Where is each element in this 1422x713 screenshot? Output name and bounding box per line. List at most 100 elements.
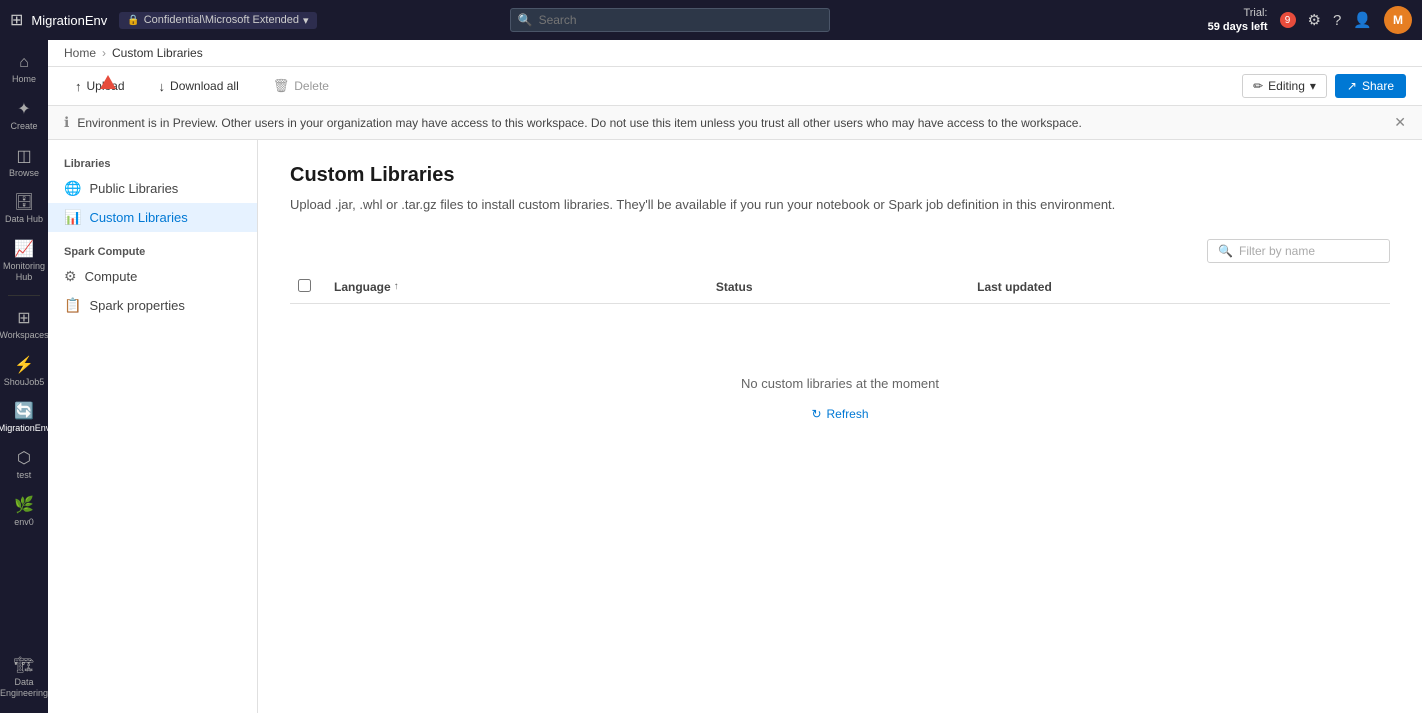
env0-icon: 🌿 xyxy=(14,495,34,515)
migrationenv-icon: 🔄 xyxy=(14,401,34,421)
download-all-button[interactable]: ↓ Download all xyxy=(148,74,250,99)
nav-item-browse[interactable]: ◫ Browse xyxy=(2,140,46,185)
upload-icon: ↑ xyxy=(75,79,82,94)
datahub-icon: 🗄 xyxy=(14,192,34,212)
col-language-header: Language ↑ xyxy=(322,271,704,304)
col-check xyxy=(290,271,322,304)
sidebar-item-compute[interactable]: ⚙ Compute xyxy=(48,262,257,291)
libraries-header: Libraries xyxy=(48,152,257,174)
nav-item-home[interactable]: ⌂ Home xyxy=(2,48,46,91)
trash-icon: 🗑 xyxy=(273,78,290,94)
side-panel: Libraries 🌐 Public Libraries 📊 Custom Li… xyxy=(48,140,258,713)
trial-label: Trial: xyxy=(1208,6,1268,20)
sidebar-item-public-libraries[interactable]: 🌐 Public Libraries xyxy=(48,174,257,203)
search-icon: 🔍 xyxy=(518,13,533,27)
notification-banner: ℹ Environment is in Preview. Other users… xyxy=(48,106,1422,140)
table-row: No custom libraries at the moment ↻ Refr… xyxy=(290,303,1390,497)
nav-item-create[interactable]: ✦ Create xyxy=(2,93,46,138)
left-nav: ⌂ Home ✦ Create ◫ Browse 🗄 Data Hub 📈 Mo… xyxy=(0,40,48,713)
nav-item-test[interactable]: ⬡ test xyxy=(2,442,46,487)
breadcrumb: Home › Custom Libraries xyxy=(48,40,1422,67)
editing-chevron-icon: ▾ xyxy=(1310,79,1316,93)
empty-state-message: No custom libraries at the moment xyxy=(741,376,939,391)
spark-properties-label: Spark properties xyxy=(89,298,184,313)
compute-icon: ⚙ xyxy=(64,268,77,285)
filter-search-icon: 🔍 xyxy=(1218,244,1233,258)
empty-state: No custom libraries at the moment ↻ Refr… xyxy=(302,316,1378,485)
search-input[interactable] xyxy=(510,8,830,32)
sidebar-item-spark-properties[interactable]: 📋 Spark properties xyxy=(48,291,257,320)
lock-icon: 🔒 xyxy=(127,15,139,26)
refresh-button[interactable]: ↻ Refresh xyxy=(803,403,876,425)
upload-button[interactable]: ↑ Upload xyxy=(64,74,136,99)
env-badge-text: Confidential\Microsoft Extended xyxy=(144,14,299,26)
nav-item-monitoring[interactable]: 📈 Monitoring Hub xyxy=(2,233,46,289)
spark-compute-header: Spark Compute xyxy=(48,240,257,262)
custom-libraries-icon: 📊 xyxy=(64,209,81,226)
table-header-row: Language ↑ Status Last updated xyxy=(290,271,1390,304)
breadcrumb-current: Custom Libraries xyxy=(112,46,203,60)
panel-layout: Libraries 🌐 Public Libraries 📊 Custom Li… xyxy=(48,140,1422,713)
toolbar: ↑ Upload ↓ Download all 🗑 Delete ✏ Editi… xyxy=(48,67,1422,106)
page-title: Custom Libraries xyxy=(290,164,1390,187)
nav-item-data-engineering[interactable]: 🏗 Data Engineering xyxy=(2,649,46,705)
spark-properties-icon: 📋 xyxy=(64,297,81,314)
monitoring-icon: 📈 xyxy=(14,239,34,259)
notification-badge[interactable]: 9 xyxy=(1280,12,1296,28)
breadcrumb-separator: › xyxy=(102,46,106,60)
trial-days: 59 days left xyxy=(1208,21,1268,33)
workspaces-icon: ⊞ xyxy=(17,308,30,328)
col-status-header: Status xyxy=(704,271,965,304)
page-description: Upload .jar, .whl or .tar.gz files to in… xyxy=(290,195,1390,215)
nav-item-datahub[interactable]: 🗄 Data Hub xyxy=(2,186,46,231)
home-icon: ⌂ xyxy=(19,54,29,72)
trial-info: Trial: 59 days left xyxy=(1208,6,1268,35)
search-bar: 🔍 xyxy=(510,8,830,32)
nav-item-env0[interactable]: 🌿 env0 xyxy=(2,489,46,534)
app-name: MigrationEnv xyxy=(31,13,107,28)
notification-message: Environment is in Preview. Other users i… xyxy=(77,116,1081,130)
sort-icon: ↑ xyxy=(394,281,399,292)
nav-item-migrationenv[interactable]: 🔄 MigrationEnv xyxy=(2,395,46,440)
close-icon[interactable]: ✕ xyxy=(1394,114,1406,131)
share-icon: ↗ xyxy=(1347,79,1357,93)
topbar: ⊞ MigrationEnv 🔒 Confidential\Microsoft … xyxy=(0,0,1422,40)
settings-icon[interactable]: ⚙ xyxy=(1308,11,1321,29)
select-all-checkbox[interactable] xyxy=(298,279,311,292)
share-button[interactable]: ↗ Share xyxy=(1335,74,1406,98)
data-engineering-icon: 🏗 xyxy=(14,655,34,675)
filter-bar: 🔍 xyxy=(290,239,1390,263)
compute-label: Compute xyxy=(85,269,138,284)
filter-input-container: 🔍 xyxy=(1207,239,1390,263)
nav-item-workspaces[interactable]: ⊞ Workspaces xyxy=(2,302,46,347)
main-layout: ⌂ Home ✦ Create ◫ Browse 🗄 Data Hub 📈 Mo… xyxy=(0,40,1422,713)
person-icon[interactable]: 👤 xyxy=(1353,11,1372,29)
create-icon: ✦ xyxy=(17,99,30,119)
col-last-updated-header: Last updated xyxy=(965,271,1390,304)
main-content: Custom Libraries Upload .jar, .whl or .t… xyxy=(258,140,1422,713)
toolbar-right: ✏ Editing ▾ ↗ Share xyxy=(1242,74,1406,98)
pencil-icon: ✏ xyxy=(1253,79,1263,93)
refresh-icon: ↻ xyxy=(811,407,821,421)
chevron-down-icon: ▾ xyxy=(303,14,309,27)
libraries-table: Language ↑ Status Last updated xyxy=(290,271,1390,497)
filter-by-name-input[interactable] xyxy=(1239,244,1379,258)
breadcrumb-home[interactable]: Home xyxy=(64,46,96,60)
browse-icon: ◫ xyxy=(16,146,31,166)
sidebar-item-custom-libraries[interactable]: 📊 Custom Libraries xyxy=(48,203,257,232)
content-area: Home › Custom Libraries ↑ Upload ↓ Downl… xyxy=(48,40,1422,713)
nav-item-shoujob[interactable]: ⚡ ShouJob5 xyxy=(2,349,46,394)
help-icon[interactable]: ? xyxy=(1333,12,1341,29)
editing-button[interactable]: ✏ Editing ▾ xyxy=(1242,74,1327,98)
grid-icon[interactable]: ⊞ xyxy=(10,10,23,30)
shoujob-icon: ⚡ xyxy=(14,355,34,375)
env-badge[interactable]: 🔒 Confidential\Microsoft Extended ▾ xyxy=(119,12,316,29)
delete-button[interactable]: 🗑 Delete xyxy=(262,73,340,99)
custom-libraries-label: Custom Libraries xyxy=(89,210,187,225)
topbar-right: Trial: 59 days left 9 ⚙ ? 👤 M xyxy=(1208,6,1412,35)
public-libraries-label: Public Libraries xyxy=(89,181,178,196)
avatar[interactable]: M xyxy=(1384,6,1412,34)
test-icon: ⬡ xyxy=(17,448,31,468)
download-icon: ↓ xyxy=(159,79,166,94)
public-libraries-icon: 🌐 xyxy=(64,180,81,197)
